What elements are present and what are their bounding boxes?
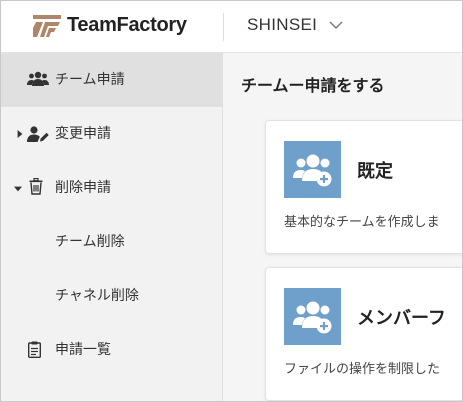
user-edit-icon [27,126,49,142]
workspace-name: SHINSEI [247,15,318,34]
users-add-icon [292,301,331,333]
card-title: 既定 [357,161,393,182]
users-icon [27,71,49,86]
chevron-down-icon [329,21,343,29]
sidebar-item-label: チーム削除 [55,234,125,250]
sidebar: チーム申請 変更申請 削除申請 チーム削除 チャネル削除 申請一覧 [1,53,223,401]
sidebar-item-label: 申請一覧 [55,342,111,358]
page-title: チームー申請をする [241,76,385,95]
app-window: TeamFactory SHINSEI チーム申請 変更申請 削除申請 チーム削… [0,0,463,402]
caret-right-icon[interactable] [16,130,24,138]
sidebar-item-label: チーム申請 [55,72,125,88]
caret-down-icon[interactable] [14,185,22,193]
template-card-default[interactable]: 既定 基本的なチームを作成しま [265,120,462,254]
card-icon-tile [284,288,341,345]
sidebar-item-team-request[interactable]: チーム申請 [1,53,223,107]
sidebar-item-channel-delete[interactable]: チャネル削除 [1,269,223,323]
card-icon-tile [284,141,341,198]
template-card-member[interactable]: メンバーフ ファイルの操作を制限した [265,267,462,401]
sidebar-item-label: チャネル削除 [55,288,139,304]
main-content: チームー申請をする 既定 基本的なチームを作成しま メンバーフ ファイルの操作を… [223,53,462,401]
teamfactory-logo-icon [33,14,61,37]
header-divider [223,13,224,41]
trash-icon [29,178,43,195]
card-title: メンバーフ [357,308,446,329]
sidebar-item-label: 変更申請 [55,126,111,142]
users-add-icon [292,154,331,186]
card-description: 基本的なチームを作成しま [284,215,440,230]
clipboard-icon [28,341,41,358]
workspace-selector[interactable]: SHINSEI [247,15,343,35]
sidebar-item-change-request[interactable]: 変更申請 [1,107,223,161]
card-description: ファイルの操作を制限した [284,362,441,377]
sidebar-item-request-list[interactable]: 申請一覧 [1,323,223,377]
sidebar-item-delete-request[interactable]: 削除申請 [1,161,223,215]
top-header: TeamFactory SHINSEI [1,1,462,53]
brand-logo[interactable]: TeamFactory [33,14,187,37]
brand-name: TeamFactory [67,14,187,36]
sidebar-item-label: 削除申請 [55,180,111,196]
sidebar-item-team-delete[interactable]: チーム削除 [1,215,223,269]
